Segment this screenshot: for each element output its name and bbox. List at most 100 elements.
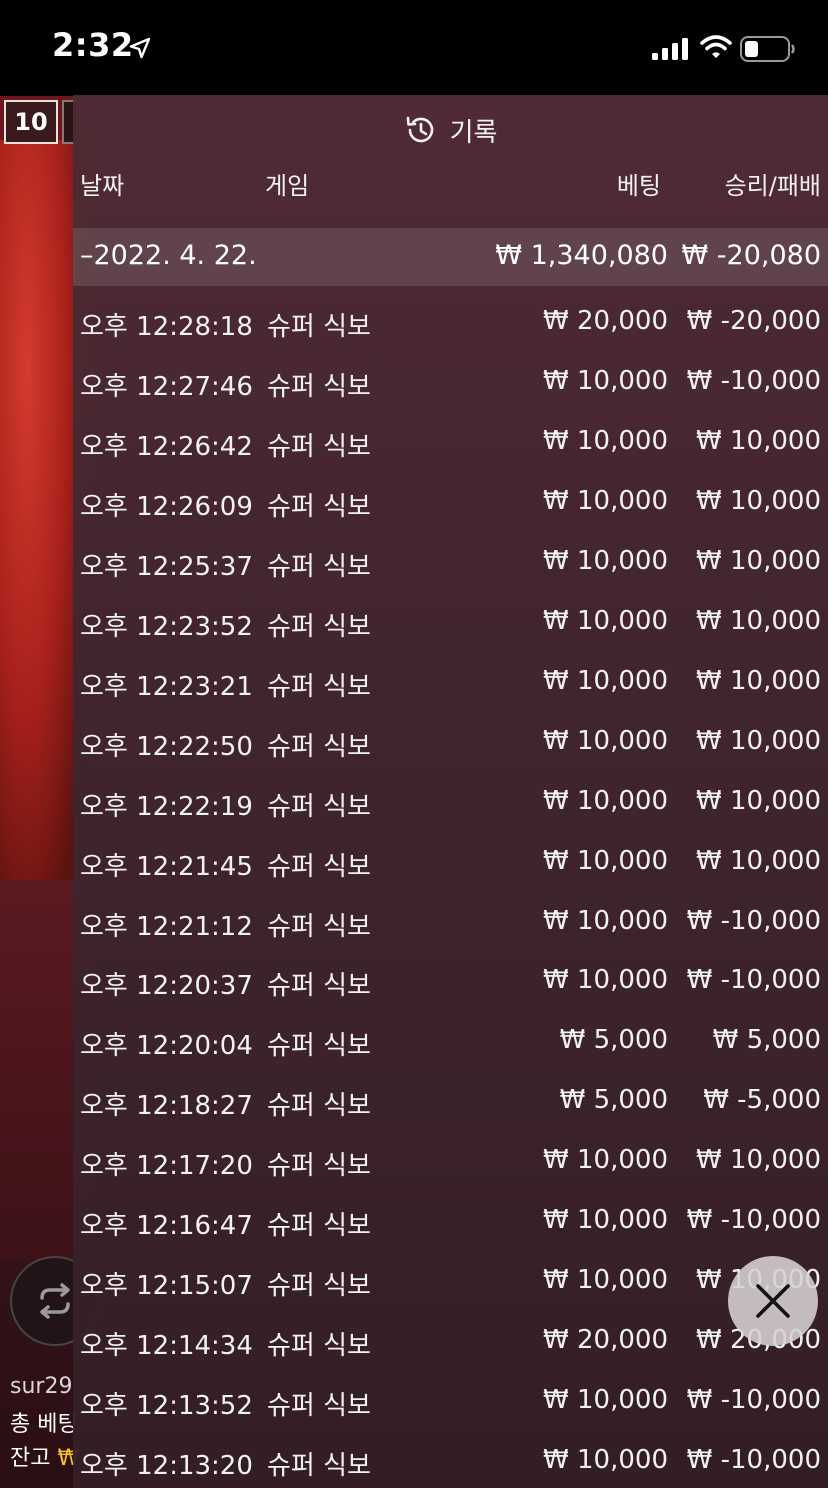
- history-row-time: 오후 12:16:47: [80, 1211, 253, 1241]
- history-row-time: 오후 12:13:20: [80, 1451, 253, 1481]
- history-row-result: ₩ 10,000: [696, 426, 821, 456]
- history-row-result: ₩ 10,000: [696, 666, 821, 696]
- history-row-time: 오후 12:14:34: [80, 1331, 253, 1361]
- history-row-bet: ₩ 10,000: [543, 486, 668, 516]
- history-row-time: 오후 12:22:19: [80, 792, 253, 822]
- history-row-time: 오후 12:28:18: [80, 312, 253, 342]
- history-icon: [406, 116, 433, 143]
- history-row-bet: ₩ 10,000: [543, 1265, 668, 1295]
- history-row-game: 슈퍼 식보: [267, 312, 371, 342]
- history-row-time: 오후 12:23:21: [80, 672, 253, 702]
- history-row-bet: ₩ 10,000: [543, 846, 668, 876]
- history-row-time: 오후 12:15:07: [80, 1271, 253, 1301]
- history-row-result: ₩ -10,000: [686, 366, 821, 396]
- history-row-game: 슈퍼 식보: [267, 971, 371, 1001]
- history-row-result: ₩ -10,000: [686, 1205, 821, 1235]
- history-row-result: ₩ -10,000: [686, 906, 821, 936]
- history-row-game: 슈퍼 식보: [267, 1031, 371, 1061]
- history-row[interactable]: 오후 12:28:18 슈퍼 식보 ₩ 20,000 ₩ -20,000: [0, 306, 828, 346]
- history-row-time: 오후 12:25:37: [80, 552, 253, 582]
- history-row-time: 오후 12:23:52: [80, 612, 253, 642]
- status-bar: 2:32: [0, 0, 828, 96]
- history-row[interactable]: 오후 12:22:50 슈퍼 식보 ₩ 10,000 ₩ 10,000: [0, 726, 828, 766]
- date-group-total-bet: ₩ 1,340,080: [495, 240, 668, 271]
- history-row[interactable]: 오후 12:16:47 슈퍼 식보 ₩ 10,000 ₩ -10,000: [0, 1205, 828, 1245]
- history-row-time: 오후 12:27:46: [80, 372, 253, 402]
- history-row[interactable]: 오후 12:22:19 슈퍼 식보 ₩ 10,000 ₩ 10,000: [0, 786, 828, 826]
- history-row-result: ₩ -10,000: [686, 1445, 821, 1475]
- history-row-game: 슈퍼 식보: [267, 432, 371, 462]
- history-row-bet: ₩ 5,000: [559, 1085, 668, 1115]
- history-row-bet: ₩ 10,000: [543, 666, 668, 696]
- history-row[interactable]: 오후 12:13:52 슈퍼 식보 ₩ 10,000 ₩ -10,000: [0, 1385, 828, 1425]
- history-row-result: ₩ -20,000: [686, 306, 821, 336]
- history-row-time: 오후 12:21:12: [80, 912, 253, 942]
- history-row[interactable]: 오후 12:14:34슈퍼 식보₩ 20,000₩ 20,000: [0, 1325, 828, 1365]
- history-row-bet: ₩ 10,000: [543, 606, 668, 636]
- history-row[interactable]: 오후 12:26:09 슈퍼 식보 ₩ 10,000 ₩ 10,000: [0, 486, 828, 526]
- history-row-game: 슈퍼 식보: [267, 1331, 371, 1361]
- history-row[interactable]: 오후 12:20:04 슈퍼 식보 ₩ 5,000 ₩ 5,000: [0, 1025, 828, 1065]
- history-row-bet: ₩ 10,000: [543, 1145, 668, 1175]
- history-row-bet: ₩ 10,000: [543, 965, 668, 995]
- history-row-result: ₩ 5,000: [712, 1025, 821, 1055]
- history-row-game: 슈퍼 식보: [267, 732, 371, 762]
- history-row-time: 오후 12:18:27: [80, 1091, 253, 1121]
- history-row-time: 오후 12:26:09: [80, 492, 253, 522]
- history-row-time: 오후 12:21:45: [80, 852, 253, 882]
- history-row[interactable]: 오후 12:21:45 슈퍼 식보 ₩ 10,000 ₩ 10,000: [0, 846, 828, 886]
- history-row[interactable]: 오후 12:13:20 슈퍼 식보 ₩ 10,000 ₩ -10,000: [0, 1445, 828, 1485]
- history-row-bet: ₩ 10,000: [543, 786, 668, 816]
- history-row-result: ₩ 10,000: [696, 726, 821, 756]
- close-icon: [756, 1284, 790, 1318]
- history-row-game: 슈퍼 식보: [267, 612, 371, 642]
- history-row-game: 슈퍼 식보: [267, 1211, 371, 1241]
- history-row[interactable]: 오후 12:17:20 슈퍼 식보 ₩ 10,000 ₩ 10,000: [0, 1145, 828, 1185]
- history-row[interactable]: 오후 12:23:52 슈퍼 식보 ₩ 10,000 ₩ 10,000: [0, 606, 828, 646]
- history-row-game: 슈퍼 식보: [267, 792, 371, 822]
- column-header-game: 게임: [265, 172, 310, 200]
- history-row-game: 슈퍼 식보: [267, 1271, 371, 1301]
- history-row[interactable]: 오후 12:18:27 슈퍼 식보 ₩ 5,000 ₩ -5,000: [0, 1085, 828, 1125]
- history-row[interactable]: 오후 12:25:37 슈퍼 식보 ₩ 10,000 ₩ 10,000: [0, 546, 828, 586]
- history-row-game: 슈퍼 식보: [267, 492, 371, 522]
- history-row-time: 오후 12:26:42: [80, 432, 253, 462]
- column-header-win-loss: 승리/패배: [724, 172, 821, 200]
- history-row-time: 오후 12:20:04: [80, 1031, 253, 1061]
- location-arrow-icon: [129, 37, 151, 59]
- close-button[interactable]: [728, 1256, 818, 1346]
- history-row[interactable]: 오후 12:27:46 슈퍼 식보 ₩ 10,000 ₩ -10,000: [0, 366, 828, 406]
- history-row-bet: ₩ 10,000: [543, 426, 668, 456]
- history-row[interactable]: 오후 12:21:12 슈퍼 식보 ₩ 10,000 ₩ -10,000: [0, 906, 828, 946]
- history-row-game: 슈퍼 식보: [267, 1451, 371, 1481]
- date-group-date[interactable]: –2022. 4. 22.: [80, 240, 257, 271]
- history-row-result: ₩ 10,000: [696, 1145, 821, 1175]
- history-header: 기록: [73, 95, 828, 165]
- history-row-time: 오후 12:20:37: [80, 971, 253, 1001]
- history-row-result: ₩ -10,000: [686, 1385, 821, 1415]
- history-row-time: 오후 12:17:20: [80, 1151, 253, 1181]
- history-row-time: 오후 12:22:50: [80, 732, 253, 762]
- history-row-game: 슈퍼 식보: [267, 852, 371, 882]
- history-row-result: ₩ 10,000: [696, 546, 821, 576]
- history-row-bet: ₩ 10,000: [543, 906, 668, 936]
- history-row-game: 슈퍼 식보: [267, 912, 371, 942]
- history-row-result: ₩ 10,000: [696, 846, 821, 876]
- column-header-bet: 베팅: [616, 172, 661, 200]
- history-row-bet: ₩ 20,000: [543, 1325, 668, 1355]
- history-row-game: 슈퍼 식보: [267, 552, 371, 582]
- history-row[interactable]: 오후 12:26:42 슈퍼 식보 ₩ 10,000 ₩ 10,000: [0, 426, 828, 466]
- history-row[interactable]: 오후 12:20:37 슈퍼 식보 ₩ 10,000 ₩ -10,000: [0, 965, 828, 1005]
- history-row-game: 슈퍼 식보: [267, 672, 371, 702]
- history-row-bet: ₩ 5,000: [559, 1025, 668, 1055]
- history-row-result: ₩ 10,000: [696, 486, 821, 516]
- history-row-bet: ₩ 20,000: [543, 306, 668, 336]
- history-row-game: 슈퍼 식보: [267, 1151, 371, 1181]
- history-row-game: 슈퍼 식보: [267, 1391, 371, 1421]
- history-row-bet: ₩ 10,000: [543, 1385, 668, 1415]
- history-row[interactable]: 오후 12:23:21 슈퍼 식보 ₩ 10,000 ₩ 10,000: [0, 666, 828, 706]
- history-row-bet: ₩ 10,000: [543, 1445, 668, 1475]
- history-row-bet: ₩ 10,000: [543, 1205, 668, 1235]
- history-title: 기록: [449, 117, 498, 148]
- history-row[interactable]: 오후 12:15:07슈퍼 식보₩ 10,000₩ 10,000: [0, 1265, 828, 1305]
